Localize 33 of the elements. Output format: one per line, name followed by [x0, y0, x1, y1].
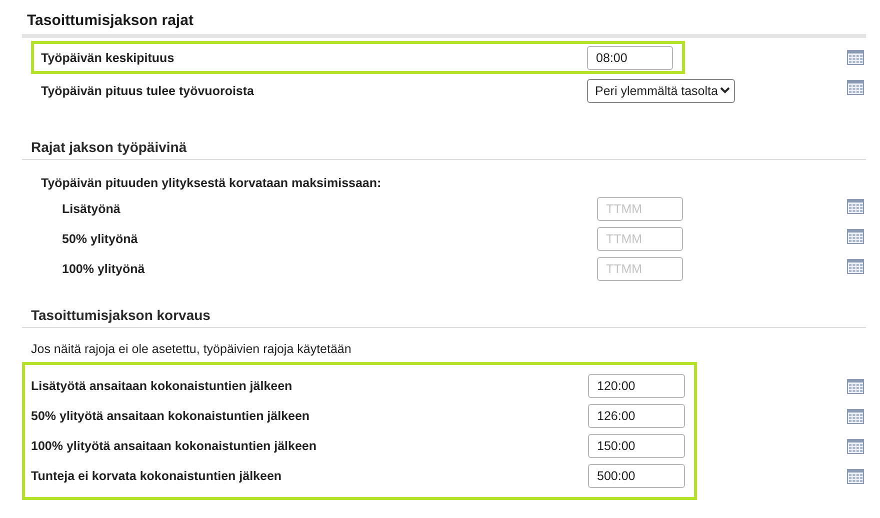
field-label: 50% ylityötä ansaitaan kokonaistuntien jälkeen	[31, 409, 311, 423]
calendar-icon[interactable]	[847, 80, 864, 95]
dropdown[interactable]: Peri ylemmältä tasolta	[587, 78, 735, 102]
note-text: Jos näitä rajoja ei ole asetettu, työpäivien rajoja käytetään	[30, 341, 352, 358]
field-label: Lisätyönä	[62, 202, 122, 216]
calendar-icon[interactable]	[847, 378, 864, 394]
field-label: 50% ylityönä	[62, 232, 139, 246]
time-field[interactable]: 126:00	[588, 404, 685, 428]
time-field[interactable]: 08:00	[587, 46, 673, 70]
time-field[interactable]: 500:00	[588, 464, 685, 488]
section-title: Rajat jakson työpäivinä	[22, 139, 866, 160]
field-label: 100% ylityönä	[62, 262, 146, 276]
calendar-icon[interactable]	[847, 50, 864, 65]
time-field[interactable]: 150:00	[588, 434, 685, 458]
section-title: Tasoittumisjakson rajat	[22, 12, 866, 38]
calendar-icon[interactable]	[847, 198, 864, 214]
calendar-icon[interactable]	[847, 468, 864, 484]
field-label: Lisätyötä ansaitaan kokonaistuntien jälkeen	[31, 379, 294, 393]
field-label: 100% ylityötä ansaitaan kokonaistuntien jälkeen	[31, 439, 318, 453]
field-label: Työpäivän pituus tulee työvuoroista	[41, 84, 255, 98]
field-label: Tunteja ei korvata kokonaistuntien jälkeen	[31, 469, 283, 483]
calendar-icon[interactable]	[847, 228, 864, 244]
calendar-icon[interactable]	[847, 258, 864, 274]
time-field[interactable]: TTMM	[597, 197, 683, 221]
group-heading: Työpäivän pituuden ylityksestä korvataan maksimissaan:	[41, 175, 382, 192]
chevron-down-icon	[720, 87, 730, 94]
time-field[interactable]: 120:00	[588, 374, 685, 398]
time-field[interactable]: TTMM	[597, 257, 683, 281]
calendar-icon[interactable]	[847, 438, 864, 454]
time-field[interactable]: TTMM	[597, 227, 683, 251]
calendar-icon[interactable]	[847, 408, 864, 424]
section-title: Tasoittumisjakson korvaus	[22, 307, 866, 328]
field-label: Työpäivän keskipituus	[41, 50, 176, 64]
